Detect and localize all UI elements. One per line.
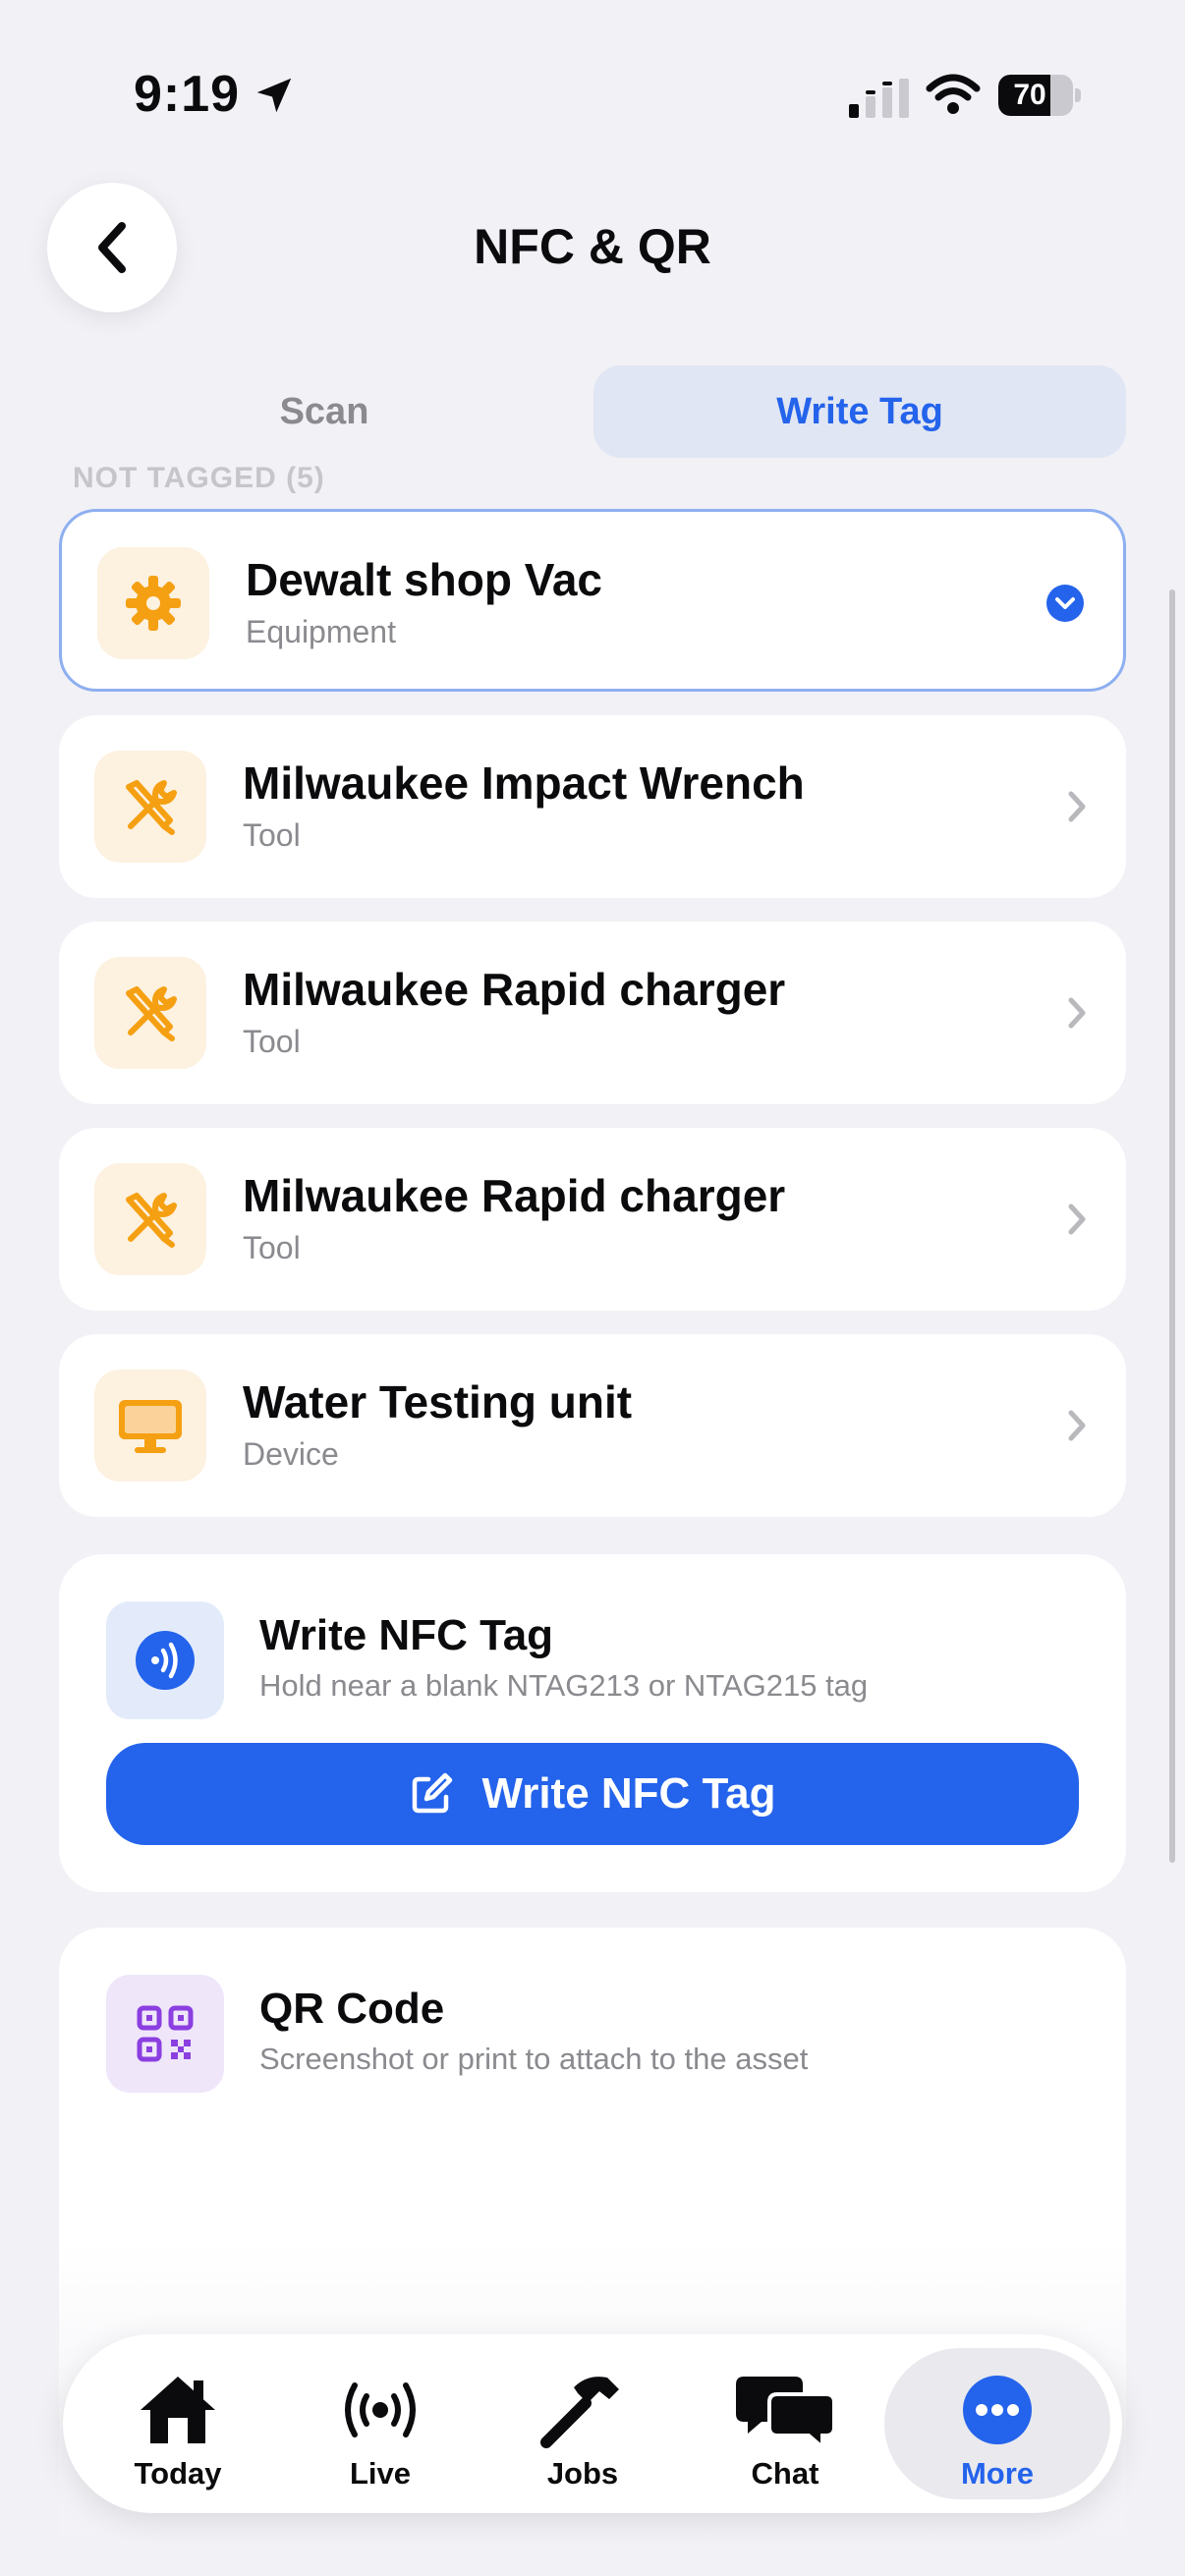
asset-name: Milwaukee Rapid charger bbox=[243, 1170, 786, 1221]
gear-icon bbox=[97, 547, 209, 659]
nfc-card-title: Write NFC Tag bbox=[259, 1611, 554, 1659]
broadcast-icon bbox=[345, 2382, 416, 2437]
location-arrow-icon bbox=[256, 78, 292, 113]
section-label: NOT TAGGED (5) bbox=[73, 462, 325, 494]
tab-scan[interactable]: Scan bbox=[128, 365, 521, 458]
nav-today-label: Today bbox=[134, 2456, 222, 2491]
tools-icon bbox=[94, 957, 206, 1069]
chevron-right-icon bbox=[1068, 1410, 1086, 1441]
chevron-down-circle-icon bbox=[1046, 585, 1084, 622]
qr-card-title: QR Code bbox=[259, 1985, 445, 2033]
bottom-tab-bar: Today Live Jobs Chat More bbox=[63, 2334, 1122, 2513]
nav-today[interactable]: Today bbox=[77, 2348, 279, 2499]
asset-type: Device bbox=[243, 1436, 339, 1472]
qr-code-icon bbox=[106, 1975, 224, 2093]
asset-name: Water Testing unit bbox=[243, 1376, 633, 1428]
more-icon bbox=[963, 2376, 1032, 2444]
chevron-right-icon bbox=[1068, 997, 1086, 1029]
asset-type: Tool bbox=[243, 817, 301, 853]
asset-card-milwaukee-rapid-charger-2[interactable]: Milwaukee Rapid charger Tool bbox=[59, 1128, 1126, 1311]
house-icon bbox=[141, 2377, 215, 2443]
nfc-card-subtitle: Hold near a blank NTAG213 or NTAG215 tag bbox=[259, 1668, 869, 1703]
nav-more-label: More bbox=[960, 2456, 1035, 2491]
cellular-signal-icon bbox=[849, 79, 909, 118]
page-title: NFC & QR bbox=[474, 219, 711, 274]
asset-name: Milwaukee Rapid charger bbox=[243, 964, 786, 1015]
chevron-right-icon bbox=[1068, 1204, 1086, 1235]
asset-type: Equipment bbox=[246, 614, 396, 649]
battery-indicator: 70 bbox=[998, 75, 1081, 116]
asset-card-dewalt-shop-vac[interactable]: Dewalt shop Vac Equipment bbox=[59, 509, 1126, 692]
status-time: 9:19 bbox=[134, 66, 241, 123]
write-nfc-tag-button-label: Write NFC Tag bbox=[481, 1769, 776, 1818]
nav-jobs-label: Jobs bbox=[546, 2456, 619, 2491]
nav-live[interactable]: Live bbox=[279, 2348, 481, 2499]
write-nfc-tag-button[interactable]: Write NFC Tag bbox=[106, 1743, 1079, 1845]
asset-card-water-testing-unit[interactable]: Water Testing unit Device bbox=[59, 1334, 1126, 1517]
asset-card-milwaukee-impact-wrench[interactable]: Milwaukee Impact Wrench Tool bbox=[59, 715, 1126, 898]
nav-chat[interactable]: Chat bbox=[684, 2348, 886, 2499]
tools-icon bbox=[94, 1163, 206, 1275]
asset-name: Dewalt shop Vac bbox=[246, 554, 603, 605]
chevron-right-icon bbox=[1068, 791, 1086, 822]
chat-bubbles-icon bbox=[736, 2377, 836, 2450]
monitor-icon bbox=[94, 1370, 206, 1482]
asset-type: Tool bbox=[243, 1024, 301, 1059]
status-bar: 9:19 70 bbox=[0, 0, 1185, 187]
nav-more[interactable]: More bbox=[884, 2348, 1110, 2499]
tab-write-tag[interactable]: Write Tag bbox=[593, 365, 1126, 458]
nav-jobs[interactable]: Jobs bbox=[481, 2348, 684, 2499]
nav-chat-label: Chat bbox=[751, 2456, 819, 2491]
edit-icon bbox=[413, 1772, 453, 1814]
battery-percent: 70 bbox=[1013, 79, 1046, 111]
wifi-icon bbox=[926, 74, 981, 114]
nav-live-label: Live bbox=[349, 2456, 412, 2491]
asset-card-milwaukee-rapid-charger[interactable]: Milwaukee Rapid charger Tool bbox=[59, 922, 1126, 1104]
nfc-icon bbox=[106, 1601, 224, 1719]
tools-icon bbox=[94, 751, 206, 863]
asset-type: Tool bbox=[243, 1230, 301, 1265]
hammer-icon bbox=[540, 2377, 619, 2448]
scrollbar[interactable] bbox=[1169, 589, 1175, 1863]
qr-card-subtitle: Screenshot or print to attach to the ass… bbox=[259, 2042, 809, 2076]
asset-name: Milwaukee Impact Wrench bbox=[243, 757, 805, 809]
write-nfc-card: Write NFC Tag Hold near a blank NTAG213 … bbox=[59, 1554, 1126, 1892]
